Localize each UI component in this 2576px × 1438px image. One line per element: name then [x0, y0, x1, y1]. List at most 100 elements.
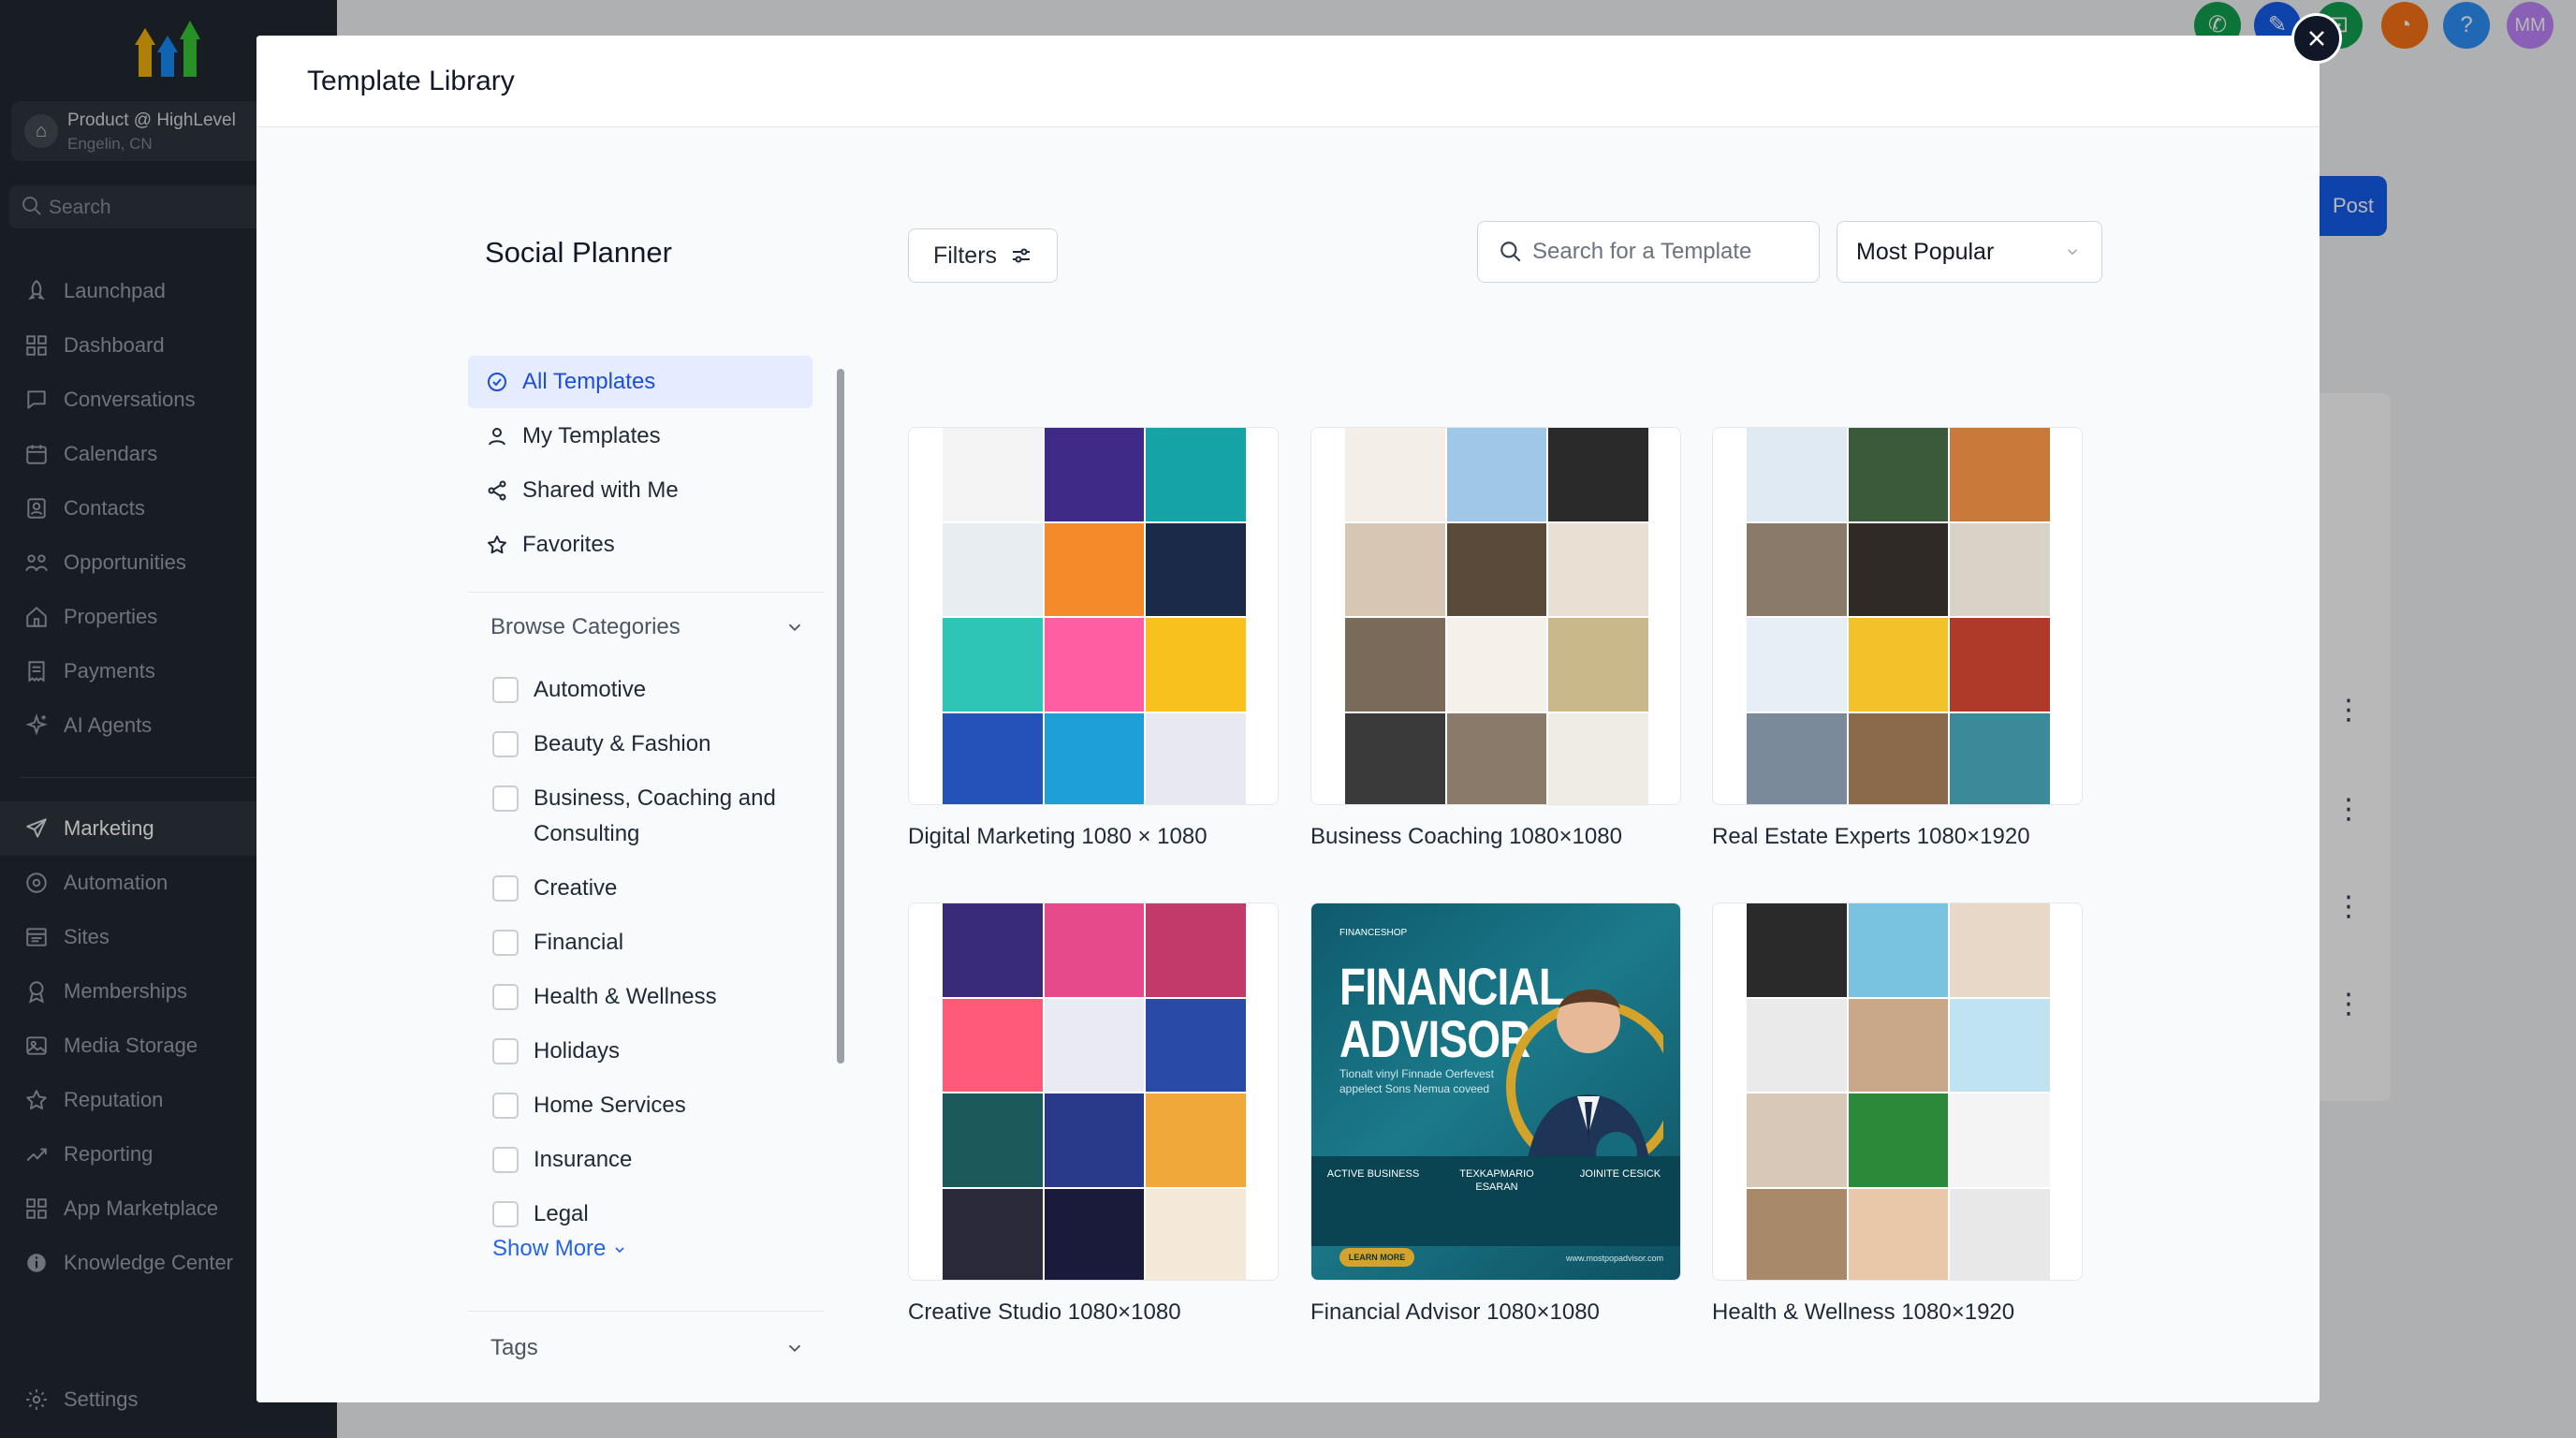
- category-insurance[interactable]: Insurance: [492, 1142, 632, 1178]
- menu-favorites[interactable]: Favorites: [468, 519, 812, 571]
- close-modal-button[interactable]: [2291, 13, 2342, 64]
- thumbnail-tile: [1146, 522, 1246, 616]
- sort-select[interactable]: Most Popular: [1837, 221, 2102, 283]
- artwork-column-title: TEXKAPMARIO ESARAN: [1459, 1168, 1534, 1193]
- thumbnail-tile: [1747, 712, 1847, 804]
- thumbnail-tile: [1848, 618, 1949, 712]
- thumbnail-tile: [1747, 428, 1847, 521]
- template-thumbnail[interactable]: [1712, 902, 2083, 1281]
- thumbnail-tile: [943, 1188, 1043, 1280]
- menu-divider: [468, 592, 824, 593]
- chevron-down-icon: [2067, 249, 2078, 256]
- template-thumbnail[interactable]: [908, 902, 1279, 1281]
- template-search-input[interactable]: [1532, 239, 1804, 265]
- thumbnail-tile: [1950, 1093, 2050, 1187]
- menu-all-templates[interactable]: All Templates: [468, 356, 812, 408]
- template-thumbnail[interactable]: [1712, 427, 2083, 805]
- template-search-box[interactable]: [1477, 221, 1820, 283]
- category-legal[interactable]: Legal: [492, 1196, 589, 1232]
- menu-my-templates[interactable]: My Templates: [468, 410, 812, 462]
- template-name: Creative Studio 1080×1080: [908, 1299, 1181, 1325]
- category-home-services[interactable]: Home Services: [492, 1088, 686, 1123]
- category-label: Automotive: [534, 677, 647, 702]
- category-checkbox[interactable]: [492, 1093, 519, 1119]
- thumbnail-tile: [1950, 903, 2050, 997]
- thumbnail-tile: [1848, 1188, 1949, 1280]
- thumbnail-tile: [1345, 428, 1445, 521]
- artwork-headline: ADVISOR: [1339, 1009, 1530, 1068]
- browse-categories-toggle[interactable]: Browse Categories: [490, 614, 805, 640]
- thumbnail-tile: [1747, 1093, 1847, 1187]
- category-checkbox[interactable]: [492, 1038, 519, 1064]
- thumbnail-tile: [1146, 428, 1246, 521]
- share-icon: [485, 478, 509, 503]
- thumbnail-tile: [1747, 903, 1847, 997]
- thumbnail-tile: [1848, 712, 1949, 804]
- thumbnail-tile: [943, 998, 1043, 1092]
- category-financial[interactable]: Financial: [492, 925, 623, 961]
- category-business-coaching[interactable]: Business, Coaching and Consulting: [492, 781, 776, 852]
- check-circle-icon: [485, 370, 509, 394]
- thumbnail-tile: [1345, 618, 1445, 712]
- menu-item-label: My Templates: [522, 423, 661, 448]
- thumbnail-collage: [1747, 428, 2050, 804]
- thumbnail-tile: [1044, 1188, 1145, 1280]
- menu-shared-with-me[interactable]: Shared with Me: [468, 464, 812, 517]
- category-label: Business, Coaching and Consulting: [534, 785, 776, 846]
- categories-divider: [468, 1311, 824, 1312]
- category-label: Creative: [534, 875, 618, 901]
- thumbnail-tile: [943, 428, 1043, 521]
- category-holidays[interactable]: Holidays: [492, 1034, 620, 1069]
- template-thumbnail[interactable]: [908, 427, 1279, 805]
- thumbnail-tile: [1044, 712, 1145, 804]
- template-thumbnail[interactable]: [1310, 427, 1681, 805]
- chevron-down-icon: [615, 1247, 624, 1253]
- menu-item-label: Shared with Me: [522, 477, 679, 503]
- category-checkbox[interactable]: [492, 1201, 519, 1227]
- category-automotive[interactable]: Automotive: [492, 672, 646, 708]
- section-title: Social Planner: [485, 236, 672, 269]
- thumbnail-tile: [943, 522, 1043, 616]
- category-checkbox[interactable]: [492, 1147, 519, 1173]
- chevron-down-icon: [788, 1344, 801, 1353]
- category-health-wellness[interactable]: Health & Wellness: [492, 979, 717, 1015]
- category-checkbox[interactable]: [492, 930, 519, 956]
- thumbnail-tile: [1146, 998, 1246, 1092]
- category-checkbox[interactable]: [492, 731, 519, 757]
- thumbnail-tile: [1950, 522, 2050, 616]
- thumbnail-tile: [1950, 712, 2050, 804]
- thumbnail-tile: [1848, 522, 1949, 616]
- thumbnail-tile: [943, 618, 1043, 712]
- template-name: Health & Wellness 1080×1920: [1712, 1299, 2015, 1325]
- close-icon: [2309, 31, 2324, 46]
- category-checkbox[interactable]: [492, 875, 519, 902]
- thumbnail-tile: [943, 712, 1043, 804]
- template-library-modal: Template Library Social Planner All Temp…: [256, 36, 2320, 1402]
- category-checkbox[interactable]: [492, 984, 519, 1010]
- thumbnail-tile: [1950, 998, 2050, 1092]
- modal-body: Social Planner All Templates My Template…: [256, 127, 2320, 1402]
- filters-label: Filters: [932, 242, 998, 269]
- show-more-link[interactable]: Show More: [492, 1236, 627, 1262]
- thumbnail-collage: [1345, 428, 1648, 804]
- tags-toggle[interactable]: Tags: [490, 1335, 805, 1361]
- filters-button[interactable]: Filters: [908, 228, 1058, 283]
- search-icon: [1500, 242, 1521, 262]
- category-label: Insurance: [534, 1147, 633, 1172]
- category-beauty-fashion[interactable]: Beauty & Fashion: [492, 726, 710, 762]
- category-checkbox[interactable]: [492, 785, 519, 812]
- thumbnail-tile: [1548, 428, 1648, 521]
- thumbnail-tile: [1848, 903, 1949, 997]
- template-thumbnail[interactable]: FINANCESHOP FINANCIAL ADVISOR Tionalt vi…: [1310, 902, 1681, 1281]
- thumbnail-tile: [1747, 522, 1847, 616]
- template-name: Real Estate Experts 1080×1920: [1712, 824, 2030, 849]
- sidebar-scrollbar[interactable]: [837, 369, 844, 1064]
- thumbnail-collage: [943, 428, 1246, 804]
- thumbnail-collage: [943, 903, 1246, 1280]
- category-creative[interactable]: Creative: [492, 871, 617, 906]
- template-name: Digital Marketing 1080 × 1080: [908, 824, 1208, 849]
- artwork-column-title: ACTIVE BUSINESS: [1326, 1168, 1420, 1180]
- artwork-brand: FINANCESHOP: [1339, 928, 1408, 938]
- category-checkbox[interactable]: [492, 677, 519, 703]
- thumbnail-tile: [1345, 712, 1445, 804]
